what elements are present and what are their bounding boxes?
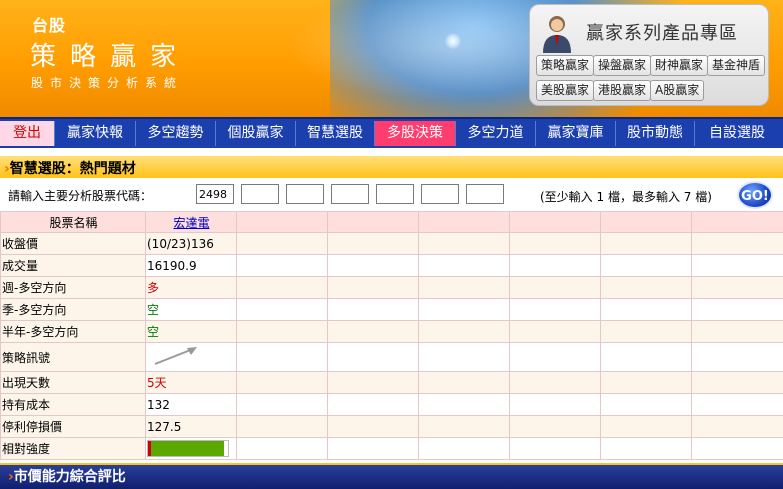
input-label: 請輸入主要分析股票代碼： xyxy=(8,187,152,204)
empty-cell xyxy=(419,212,510,233)
promo-button-hk-stock[interactable]: 港股贏家 xyxy=(593,80,651,101)
row-label: 週-多空方向 xyxy=(1,277,146,299)
empty-cell xyxy=(510,212,601,233)
table-row: 半年-多空方向 空 xyxy=(1,321,783,343)
bottom-section-header: ›市價能力綜合評比 xyxy=(0,463,783,489)
empty-cell xyxy=(601,212,692,233)
bottom-section-title: ›市價能力綜合評比 xyxy=(8,466,126,486)
table-row: 持有成本 132 xyxy=(1,394,783,416)
stock-code-input-7[interactable] xyxy=(466,184,504,204)
stock-code-input-5[interactable] xyxy=(376,184,414,204)
table-row: 季-多空方向 空 xyxy=(1,299,783,321)
brand-tag: 台股 xyxy=(32,12,66,36)
nav-smart-picks[interactable]: 智慧選股 xyxy=(296,121,375,146)
promo-button-trading[interactable]: 操盤贏家 xyxy=(593,55,651,76)
holding-cost-value: 132 xyxy=(146,394,237,416)
nav-winner-news[interactable]: 贏家快報 xyxy=(55,121,136,146)
halfyear-direction-value: 空 xyxy=(146,321,237,343)
input-hint: (至少輸入 1 檔，最多輸入 7 檔) xyxy=(540,188,712,205)
row-label: 相對強度 xyxy=(1,438,146,460)
nav-market-news[interactable]: 股市動態 xyxy=(616,121,695,146)
nav-stock-winner[interactable]: 個股贏家 xyxy=(216,121,296,146)
stock-name-link[interactable]: 宏達電 xyxy=(173,216,209,230)
row-label: 半年-多空方向 xyxy=(1,321,146,343)
row-label: 出現天數 xyxy=(1,372,146,394)
nav-multi-stock-decision[interactable]: 多股決策 xyxy=(375,121,456,146)
row-label: 季-多空方向 xyxy=(1,299,146,321)
table-row: 策略訊號 xyxy=(1,343,783,372)
quarterly-direction-value: 空 xyxy=(146,299,237,321)
stock-code-input-2[interactable] xyxy=(241,184,279,204)
strength-fill xyxy=(151,441,224,456)
banner: 台股 策略贏家 股市決策分析系統 贏家系列產品專區 策略贏家 操盤贏家 財神贏家… xyxy=(0,0,783,117)
light-dot xyxy=(445,33,461,49)
weekly-direction-value: 多 xyxy=(146,277,237,299)
promo-button-a-share[interactable]: A股贏家 xyxy=(650,80,704,101)
table-row: 成交量 16190.9 xyxy=(1,255,783,277)
table-row: 週-多空方向 多 xyxy=(1,277,783,299)
table-row: 相對強度 xyxy=(1,438,783,460)
avatar-icon xyxy=(540,13,574,53)
nav-force[interactable]: 多空力道 xyxy=(456,121,536,146)
promo-button-fund[interactable]: 基金神盾 xyxy=(707,55,765,76)
close-price-value: (10/23)136 xyxy=(146,233,237,255)
stock-code-input-row: 請輸入主要分析股票代碼： 2498 (至少輸入 1 檔，最多輸入 7 檔) GO… xyxy=(0,179,783,211)
table-row: 收盤價 (10/23)136 xyxy=(1,233,783,255)
promo-button-strategy[interactable]: 策略贏家 xyxy=(536,55,594,76)
nav-logout[interactable]: 登出 xyxy=(0,121,55,146)
promo-button-us-stock[interactable]: 美股贏家 xyxy=(536,80,594,101)
row-label: 成交量 xyxy=(1,255,146,277)
row-label: 收盤價 xyxy=(1,233,146,255)
main-nav: 登出 贏家快報 多空趨勢 個股贏家 智慧選股 多股決策 多空力道 贏家寶庫 股市… xyxy=(0,117,783,148)
stop-price-value: 127.5 xyxy=(146,416,237,438)
nav-trend[interactable]: 多空趨勢 xyxy=(136,121,216,146)
nav-custom-picks[interactable]: 自設選股 xyxy=(695,121,779,146)
section-header: ›智慧選股：熱門題材 xyxy=(0,156,783,178)
stock-code-input-1[interactable]: 2498 xyxy=(196,184,234,204)
stock-code-input-6[interactable] xyxy=(421,184,459,204)
comparison-table: 股票名稱 宏達電 收盤價 (10/23)136 成交量 16190.9 週-多空… xyxy=(0,211,783,460)
row-label: 停利停損價 xyxy=(1,416,146,438)
brand-subtitle: 股市決策分析系統 xyxy=(31,74,183,91)
empty-cell xyxy=(237,212,328,233)
promo-button-fortune[interactable]: 財神贏家 xyxy=(650,55,708,76)
days-appeared-value: 5天 xyxy=(146,372,237,394)
table-row: 停利停損價 127.5 xyxy=(1,416,783,438)
row-label: 策略訊號 xyxy=(1,343,146,372)
strategy-signal-cell xyxy=(146,343,237,372)
stock-code-input-3[interactable] xyxy=(286,184,324,204)
empty-cell xyxy=(328,212,419,233)
bottom-title-text: 市價能力綜合評比 xyxy=(14,469,126,485)
nav-treasury[interactable]: 贏家寶庫 xyxy=(536,121,616,146)
up-arrow-icon xyxy=(147,344,207,368)
header-label: 股票名稱 xyxy=(1,212,146,233)
table-header-row: 股票名稱 宏達電 xyxy=(1,212,783,233)
table-row: 出現天數 5天 xyxy=(1,372,783,394)
section-title: ›智慧選股：熱門題材 xyxy=(4,158,136,178)
globe-graphic xyxy=(240,0,540,117)
product-promo-panel: 贏家系列產品專區 策略贏家 操盤贏家 財神贏家 基金神盾 美股贏家 港股贏家 A… xyxy=(529,4,769,106)
stock-code-input-4[interactable] xyxy=(331,184,369,204)
promo-title: 贏家系列產品專區 xyxy=(586,19,738,45)
row-label: 持有成本 xyxy=(1,394,146,416)
brand-title: 策略贏家 xyxy=(30,36,190,73)
relative-strength-cell xyxy=(146,438,237,460)
go-button[interactable]: GO! xyxy=(737,181,773,209)
strength-bar xyxy=(147,440,229,457)
empty-cell xyxy=(692,212,783,233)
section-title-text: 智慧選股：熱門題材 xyxy=(10,161,136,177)
volume-value: 16190.9 xyxy=(146,255,237,277)
